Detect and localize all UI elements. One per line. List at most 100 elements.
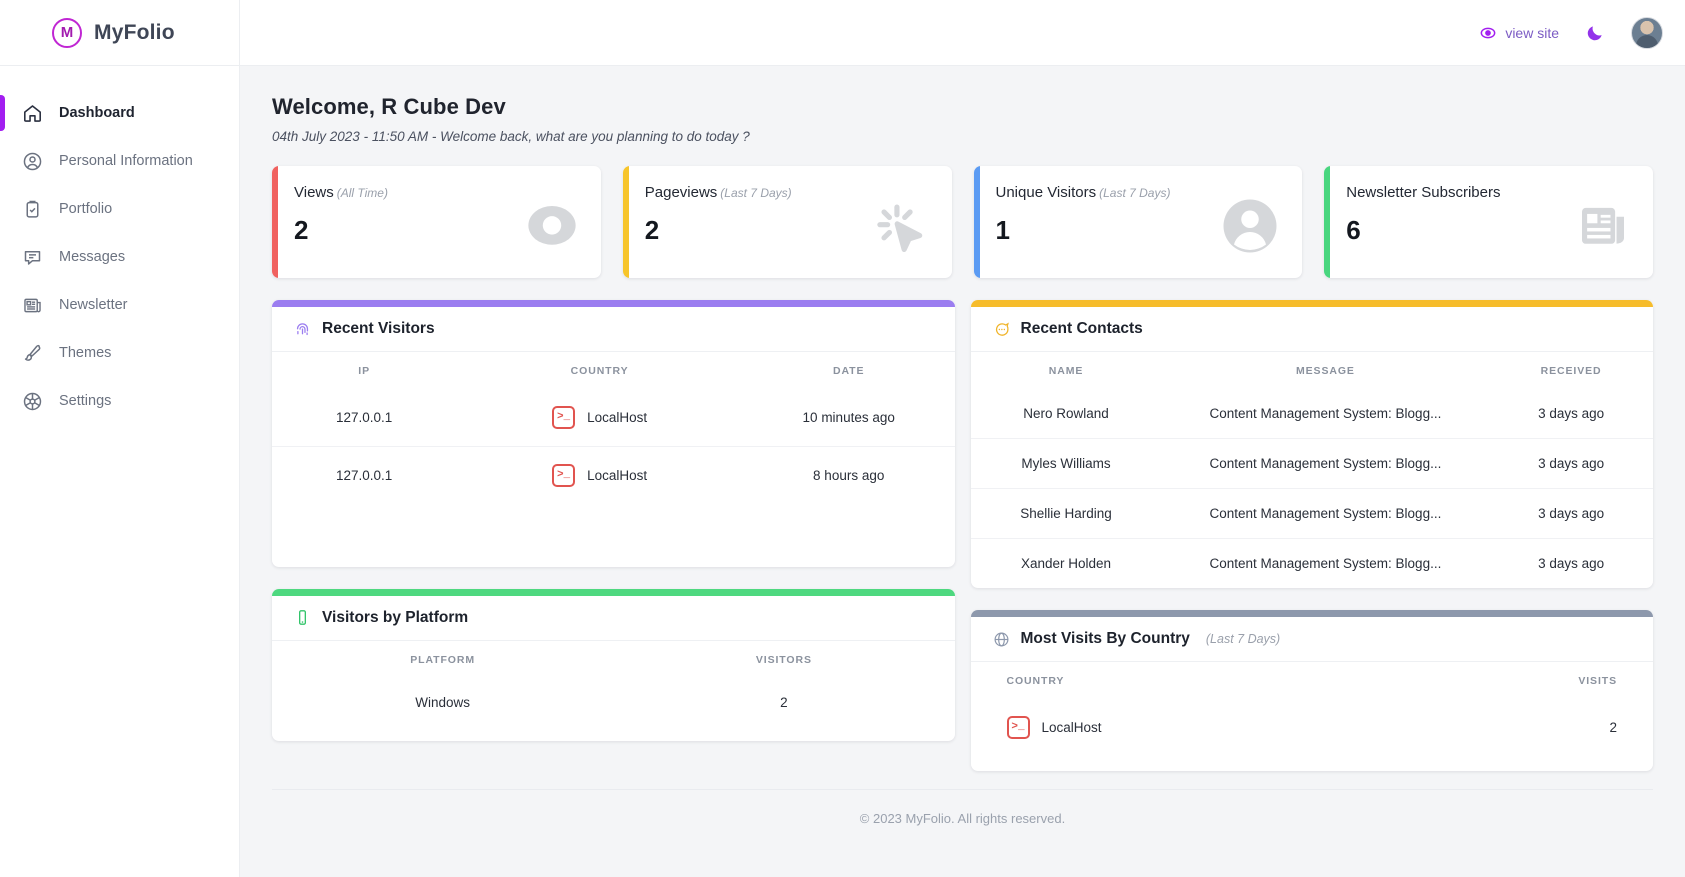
globe-icon <box>993 631 1010 648</box>
visitor-country: >_LocalHost <box>456 389 743 447</box>
terminal-icon: >_ <box>552 464 575 487</box>
contact-received: 3 days ago <box>1489 489 1653 539</box>
table-row[interactable]: Xander HoldenContent Management System: … <box>971 539 1654 589</box>
stat-card-views[interactable]: Views(All Time)2 <box>272 166 601 278</box>
topbar: view site <box>240 0 1685 66</box>
panel-header: Recent Contacts <box>971 307 1654 352</box>
table-row[interactable]: 127.0.0.1>_LocalHost10 minutes ago <box>272 389 955 447</box>
stat-accent-bar <box>1324 166 1330 278</box>
panel-title: Recent Visitors <box>322 320 435 338</box>
mobile-icon <box>294 609 311 626</box>
table-row[interactable]: 127.0.0.1 >_ LocalHost 8 hours ago <box>272 447 955 505</box>
stat-period: (Last 7 Days) <box>1099 186 1170 200</box>
footer: © 2023 MyFolio. All rights reserved. <box>272 789 1653 847</box>
home-icon <box>22 103 43 124</box>
table-header-row: NAMEMESSAGERECEIVED <box>971 352 1654 389</box>
sidebar-item-label: Personal Information <box>59 153 193 169</box>
column-header: PLATFORM <box>272 641 613 678</box>
sidebar-item-portfolio[interactable]: Portfolio <box>0 185 239 233</box>
panel-header: Recent Visitors <box>272 307 955 352</box>
contact-message: Content Management System: Blogg... <box>1162 539 1490 589</box>
table-row[interactable]: Nero RowlandContent Management System: B… <box>971 389 1654 439</box>
column-header: COUNTRY <box>456 352 743 389</box>
panel-visitors-by-platform: Visitors by Platform PLATFORMVISITORS Wi… <box>272 589 955 742</box>
sidebar-item-label: Newsletter <box>59 297 128 313</box>
moon-icon[interactable] <box>1585 23 1605 43</box>
stat-period: (All Time) <box>337 186 388 200</box>
cursor-click-icon <box>868 195 930 262</box>
page-title: Welcome, R Cube Dev <box>272 94 1653 120</box>
panel-period: (Last 7 Days) <box>1206 632 1280 646</box>
sidebar-item-themes[interactable]: Themes <box>0 329 239 377</box>
contact-name: Xander Holden <box>971 539 1162 589</box>
eye-icon <box>1480 25 1496 41</box>
visitors-by-platform-table: PLATFORMVISITORS Windows2 <box>272 641 955 742</box>
panel-strip <box>971 610 1654 617</box>
sidebar-item-messages[interactable]: Messages <box>0 233 239 281</box>
table-spacer <box>272 505 955 567</box>
contact-received: 3 days ago <box>1489 539 1653 589</box>
sidebar-item-label: Settings <box>59 393 111 409</box>
sidebar-item-newsletter[interactable]: Newsletter <box>0 281 239 329</box>
most-visits-by-country-table: COUNTRYVISITS >_LocalHost2 <box>971 662 1654 771</box>
terminal-icon: >_ <box>1007 716 1030 739</box>
visitor-country: >_ LocalHost <box>456 447 743 505</box>
table-header-row: IPCOUNTRYDATE <box>272 352 955 389</box>
stat-label-text: Pageviews <box>645 184 718 201</box>
panels-grid: Recent Visitors IPCOUNTRYDATE 127.0.0.1>… <box>272 300 1653 771</box>
recent-contacts-table: NAMEMESSAGERECEIVED Nero RowlandContent … <box>971 352 1654 588</box>
brand[interactable]: M MyFolio <box>0 0 239 66</box>
panel-title: Most Visits By Country <box>1021 630 1190 648</box>
panels-right-column: Recent Contacts NAMEMESSAGERECEIVED Nero… <box>971 300 1654 771</box>
paintbrush-icon <box>22 343 43 364</box>
avatar[interactable] <box>1631 17 1663 49</box>
platform-name: Windows <box>272 678 613 728</box>
panel-strip <box>272 589 955 596</box>
sidebar-item-personal-information[interactable]: Personal Information <box>0 137 239 185</box>
sidebar-item-settings[interactable]: Settings <box>0 377 239 425</box>
visitor-date: 8 hours ago <box>743 447 955 505</box>
chat-bubble-icon <box>993 321 1010 338</box>
sidebar-item-label: Themes <box>59 345 111 361</box>
column-header: MESSAGE <box>1162 352 1490 389</box>
stat-label-text: Newsletter Subscribers <box>1346 184 1500 201</box>
contact-received: 3 days ago <box>1489 439 1653 489</box>
column-header: DATE <box>743 352 955 389</box>
spacer-cell <box>272 727 955 741</box>
stat-accent-bar <box>974 166 980 278</box>
panels-left-column: Recent Visitors IPCOUNTRYDATE 127.0.0.1>… <box>272 300 955 771</box>
table-row[interactable]: Shellie HardingContent Management System… <box>971 489 1654 539</box>
stat-card-pageviews[interactable]: Pageviews(Last 7 Days)2 <box>623 166 952 278</box>
sidebar-item-dashboard[interactable]: Dashboard <box>0 89 239 137</box>
stat-label-text: Unique Visitors <box>996 184 1097 201</box>
welcome-subtitle: 04th July 2023 - 11:50 AM - Welcome back… <box>272 129 1653 144</box>
table-row[interactable]: Windows2 <box>272 678 955 728</box>
stat-card-newsletter-subscribers[interactable]: Newsletter Subscribers6 <box>1324 166 1653 278</box>
column-header: RECEIVED <box>1489 352 1653 389</box>
panel-most-visits-by-country: Most Visits By Country (Last 7 Days) COU… <box>971 610 1654 771</box>
message-icon <box>22 247 43 268</box>
spacer-cell <box>971 757 1654 771</box>
contact-message: Content Management System: Blogg... <box>1162 439 1490 489</box>
panel-header: Visitors by Platform <box>272 596 955 641</box>
contact-received: 3 days ago <box>1489 389 1653 439</box>
app-root: M MyFolio Dashboard Personal Information P… <box>0 0 1685 877</box>
column-header: VISITORS <box>613 641 954 678</box>
panel-title: Visitors by Platform <box>322 609 468 627</box>
stat-period: (Last 7 Days) <box>720 186 791 200</box>
country-label: LocalHost <box>587 468 647 483</box>
table-row[interactable]: >_LocalHost2 <box>971 699 1654 757</box>
panel-strip <box>272 300 955 307</box>
view-site-label: view site <box>1505 25 1559 41</box>
column-header: IP <box>272 352 456 389</box>
column-header: NAME <box>971 352 1162 389</box>
stat-cards: Views(All Time)2Pageviews(Last 7 Days)2U… <box>272 166 1653 278</box>
visitor-ip: 127.0.0.1 <box>272 389 456 447</box>
clipboard-check-icon <box>22 199 43 220</box>
view-site-button[interactable]: view site <box>1480 25 1559 41</box>
gear-icon <box>22 391 43 412</box>
stat-card-unique-visitors[interactable]: Unique Visitors(Last 7 Days)1 <box>974 166 1303 278</box>
visitor-ip: 127.0.0.1 <box>272 447 456 505</box>
table-row[interactable]: Myles WilliamsContent Management System:… <box>971 439 1654 489</box>
panel-strip <box>971 300 1654 307</box>
